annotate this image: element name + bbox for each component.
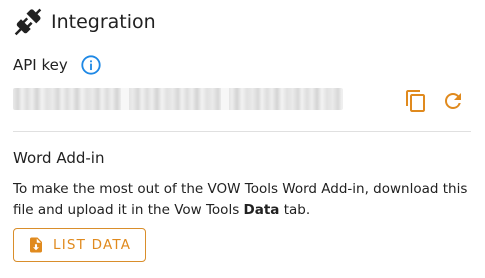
description-text: To make the most out of the VOW Tools Wo… — [13, 181, 468, 218]
api-key-row: API key — [13, 54, 102, 76]
info-icon[interactable] — [80, 54, 102, 76]
list-data-button-label: LIST DATA — [53, 237, 132, 253]
download-file-icon — [30, 237, 42, 253]
description-text-end: tab. — [279, 202, 311, 218]
api-key-masked-value — [13, 88, 343, 110]
plug-icon — [14, 8, 42, 36]
header: Integration — [13, 8, 156, 36]
copy-icon[interactable] — [404, 89, 428, 113]
description-bold-data: Data — [243, 202, 280, 218]
refresh-icon[interactable] — [441, 89, 465, 113]
word-addin-description: To make the most out of the VOW Tools Wo… — [13, 179, 473, 221]
integration-panel: Integration API key Word Add-in To make … — [0, 0, 485, 278]
word-addin-title: Word Add-in — [13, 149, 105, 167]
list-data-button[interactable]: LIST DATA — [13, 228, 146, 262]
section-divider — [13, 131, 471, 132]
api-key-label: API key — [13, 56, 68, 74]
page-title: Integration — [51, 11, 156, 33]
